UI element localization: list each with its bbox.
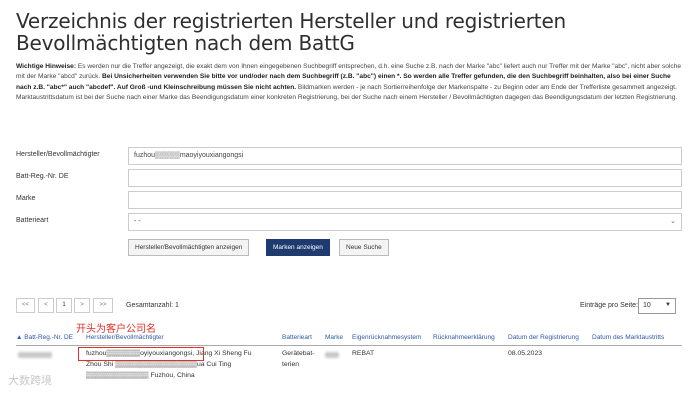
hints-label: Wichtige Hinweise: <box>16 63 77 70</box>
next-page-button[interactable]: > <box>74 298 90 313</box>
per-page-label: Einträge pro Seite: <box>580 302 638 309</box>
table-header: ▲ Batt-Reg.-Nr. DE Hersteller/Bevollmäch… <box>16 334 682 345</box>
row-maker: Hersteller/Bevollmächtigter fuzhou▒▒▒▒▒m… <box>16 147 682 165</box>
show-brands-button[interactable]: Marken anzeigen <box>266 239 330 256</box>
last-page-button[interactable]: >> <box>93 298 113 313</box>
col-regnr[interactable]: ▲ Batt-Reg.-Nr. DE <box>16 334 73 341</box>
col-exit-date[interactable]: Datum des Marktaustritts <box>592 334 664 341</box>
col-takeback-declaration[interactable]: Rücknahmeerklärung <box>433 334 495 341</box>
new-search-button[interactable]: Neue Suche <box>339 239 389 256</box>
page-title: Verzeichnis der registrierten Hersteller… <box>16 9 567 55</box>
first-page-button[interactable]: << <box>16 298 35 313</box>
watermark: 大数跨境 <box>8 375 52 387</box>
row-battery-type: Batterieart - - ⌄ <box>16 213 682 231</box>
show-makers-button[interactable]: Hersteller/Bevollmächtigten anzeigen <box>128 239 250 256</box>
col-maker[interactable]: Hersteller/Bevollmächtigter <box>86 334 164 341</box>
per-page-select[interactable]: 10 ▼ <box>638 298 676 314</box>
system-cell: REBAT <box>352 350 375 357</box>
battery-type-select[interactable]: - - ⌄ <box>128 213 682 231</box>
header-divider <box>16 345 682 346</box>
prev-page-button[interactable]: < <box>38 298 54 313</box>
maker-cell-line3: ▒▒▒▒▒▒▒▒▒▒▒▒▒ Fuzhou, China <box>86 372 195 379</box>
annotation-text: 开头为客户公司名 <box>76 324 156 335</box>
regnr-input[interactable] <box>128 169 682 187</box>
col-takeback-system[interactable]: Eigenrücknahmesystem <box>352 334 421 341</box>
maker-label: Hersteller/Bevollmächtigter <box>16 151 100 158</box>
col-brand[interactable]: Marke <box>325 334 343 341</box>
battery-type-label: Batterieart <box>16 217 49 224</box>
battery-type-cell-line2: terien <box>282 361 300 368</box>
brand-cell <box>325 350 339 361</box>
battery-type-cell-line1: Gerätebat- <box>282 350 315 357</box>
row-brand: Marke <box>16 191 682 209</box>
total-count: Gesamtanzahl: 1 <box>126 302 179 309</box>
highlight-box <box>78 347 204 361</box>
brand-label: Marke <box>16 195 36 202</box>
caret-down-icon: ▼ <box>665 302 671 308</box>
hints-paragraph: Wichtige Hinweise: Es werden nur die Tre… <box>16 62 682 104</box>
regnr-cell <box>18 350 52 361</box>
page-number[interactable]: 1 <box>56 298 72 313</box>
col-battery-type[interactable]: Batterieart <box>282 334 312 341</box>
reg-date-cell: 08.05.2023 <box>508 350 543 357</box>
row-regnr: Batt-Reg.-Nr. DE <box>16 169 682 187</box>
maker-input[interactable]: fuzhou▒▒▒▒▒maoyiyouxiangongsi <box>128 147 682 165</box>
regnr-label: Batt-Reg.-Nr. DE <box>16 173 69 180</box>
brand-input[interactable] <box>128 191 682 209</box>
col-reg-date[interactable]: Datum der Registrierung <box>508 334 579 341</box>
chevron-down-icon: ⌄ <box>670 218 676 225</box>
